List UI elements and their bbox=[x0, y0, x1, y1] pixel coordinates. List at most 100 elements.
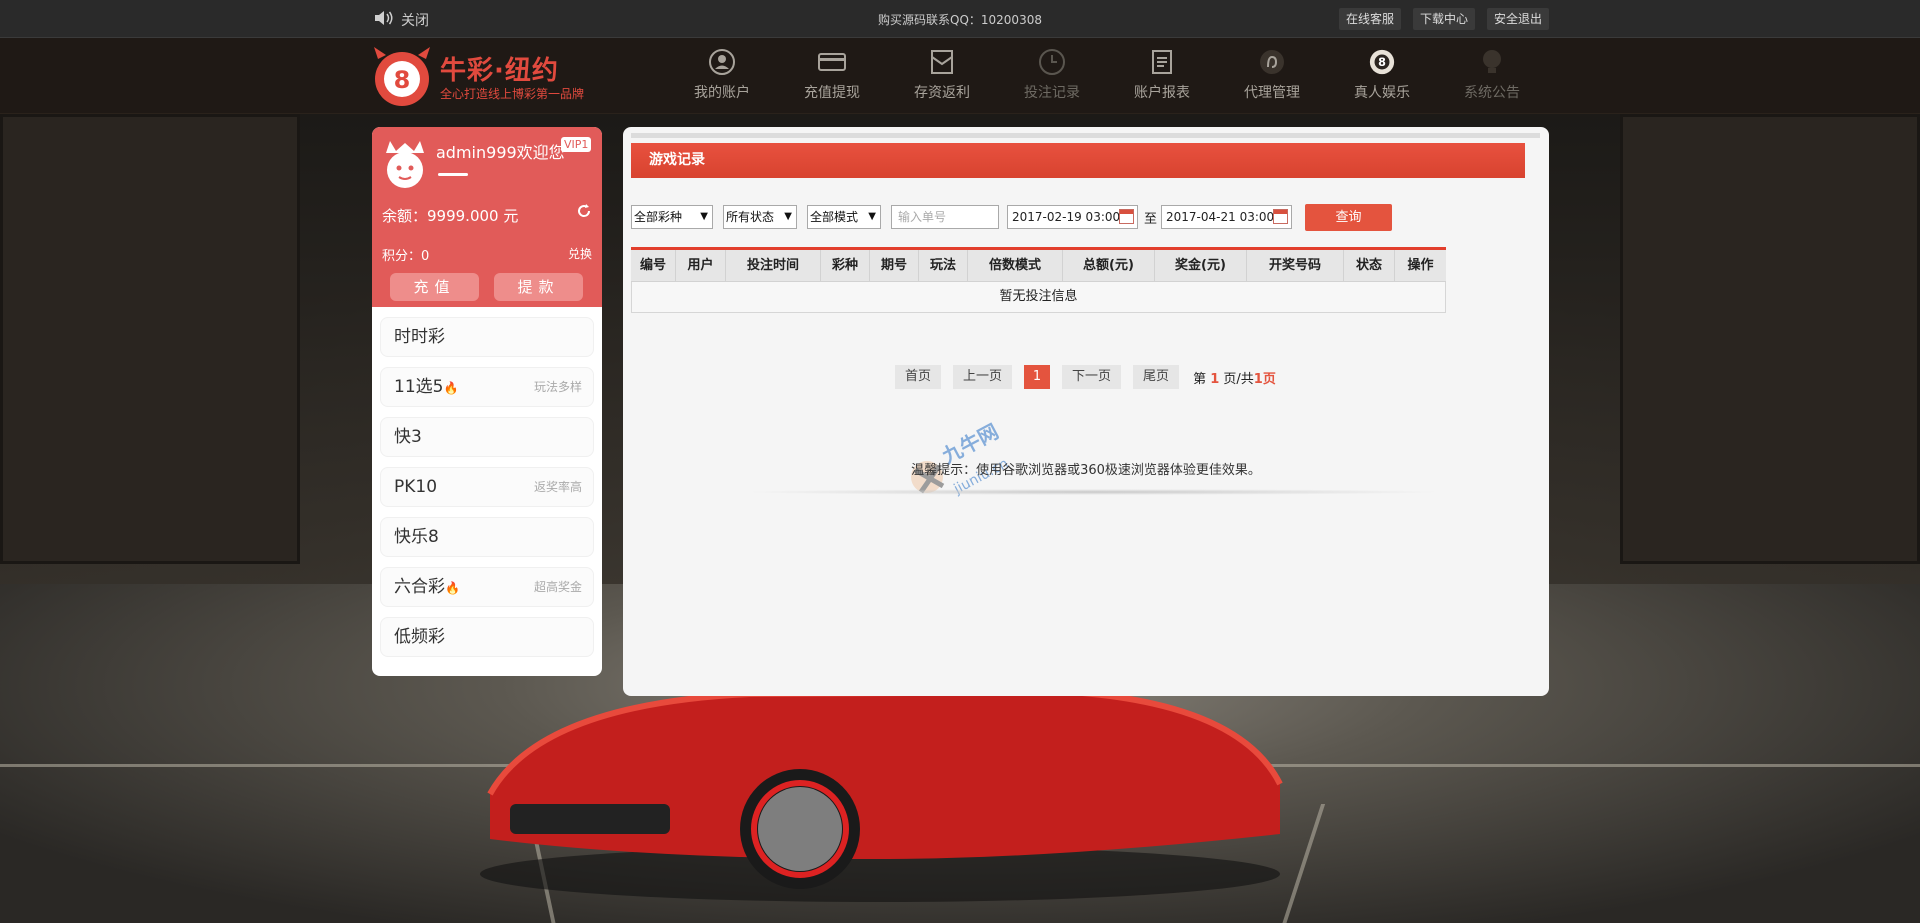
user-icon bbox=[708, 48, 736, 76]
user-panel: admin999欢迎您 VIP1 余额：9999.000 元 积分：0 兑换 充… bbox=[372, 127, 602, 676]
logo-slogan: 全心打造线上博彩第一品牌 bbox=[440, 87, 585, 101]
calendar-icon[interactable] bbox=[1119, 209, 1134, 224]
nav-recharge-withdraw[interactable]: 充值提现 bbox=[777, 46, 887, 102]
last-page-button[interactable]: 尾页 bbox=[1133, 365, 1180, 389]
order-number-input[interactable]: 输入单号 bbox=[891, 205, 999, 229]
game-item-11x5[interactable]: 11选5🔥 玩法多样 bbox=[380, 367, 594, 407]
game-name: 11选5 bbox=[394, 377, 444, 397]
panel-top-strip bbox=[631, 133, 1540, 138]
col-prize: 奖金(元) bbox=[1155, 250, 1247, 281]
game-name: 六合彩 bbox=[394, 577, 445, 597]
game-item-kl8[interactable]: 快乐8 bbox=[380, 517, 594, 557]
query-button[interactable]: 查询 bbox=[1305, 203, 1393, 231]
date-from-input[interactable]: 2017-02-19 03:00 bbox=[1007, 205, 1138, 229]
dropdown-arrow-icon: ▼ bbox=[784, 211, 792, 222]
watermark-logo: 九牛网 jiuniu.cn bbox=[911, 419, 1011, 498]
report-icon bbox=[1148, 48, 1176, 76]
mode-select[interactable]: 全部模式 ▼ bbox=[807, 205, 881, 229]
tip-divider bbox=[743, 489, 1443, 495]
avatar-icon bbox=[382, 139, 428, 189]
game-name: PK10 bbox=[394, 477, 438, 497]
download-center-link[interactable]: 下载中心 bbox=[1412, 8, 1475, 30]
nav-label: 账户报表 bbox=[1134, 85, 1190, 101]
nav-label: 存资返利 bbox=[914, 85, 970, 101]
nav-label: 系统公告 bbox=[1464, 85, 1520, 101]
calendar-icon[interactable] bbox=[1273, 209, 1289, 224]
sports-car-image bbox=[480, 688, 1283, 902]
game-tag: 超高奖金 bbox=[533, 580, 582, 594]
username: admin999欢迎您 bbox=[436, 143, 565, 162]
nav-deposit-rebate[interactable]: 存资返利 bbox=[887, 46, 997, 102]
garage-door-right bbox=[1620, 114, 1920, 564]
nav-label: 充值提现 bbox=[804, 85, 860, 101]
exchange-link[interactable]: 兑换 bbox=[568, 245, 592, 262]
nav-my-account[interactable]: 我的账户 bbox=[667, 46, 777, 102]
fire-icon: 🔥 bbox=[443, 381, 459, 395]
nav-agent-management[interactable]: 代理管理 bbox=[1217, 46, 1327, 102]
bulb-icon bbox=[1478, 48, 1506, 76]
current-page-button[interactable]: 1 bbox=[1024, 365, 1051, 389]
nav-announcement[interactable]: 系统公告 bbox=[1437, 46, 1547, 102]
game-name: 快乐8 bbox=[394, 527, 439, 547]
main-content: 游戏记录 全部彩种 ▼ 所有状态 ▼ 全部模式 ▼ 输入单号 2017-02-19 0… bbox=[623, 127, 1549, 696]
game-item-pk10[interactable]: PK10 返奖率高 bbox=[380, 467, 594, 507]
nav-label: 我的账户 bbox=[694, 85, 750, 101]
prev-page-button[interactable]: 上一页 bbox=[953, 365, 1013, 389]
site-logo[interactable]: 8 牛彩·纽约 全心打造线上博彩第一品牌 bbox=[370, 45, 584, 107]
dropdown-arrow-icon: ▼ bbox=[700, 211, 708, 222]
table-header: 编号 用户 投注时间 彩种 期号 玩法 倍数模式 总额(元) 奖金(元) 开奖号… bbox=[631, 250, 1446, 282]
game-item-ssc[interactable]: 时时彩 bbox=[380, 317, 594, 357]
page-title: 游戏记录 bbox=[631, 143, 1525, 178]
logout-link[interactable]: 安全退出 bbox=[1486, 8, 1549, 30]
col-play: 玩法 bbox=[919, 250, 968, 281]
nav-label: 真人娱乐 bbox=[1354, 85, 1410, 101]
garage-door-left bbox=[0, 114, 300, 564]
col-total: 总额(元) bbox=[1063, 250, 1155, 281]
card-icon bbox=[818, 48, 846, 76]
pagination: 首页 上一页 1 下一页 尾页 第 1 页/共1页 bbox=[895, 365, 1276, 389]
records-table: 编号 用户 投注时间 彩种 期号 玩法 倍数模式 总额(元) 奖金(元) 开奖号… bbox=[631, 247, 1446, 313]
game-tag: 玩法多样 bbox=[533, 380, 582, 394]
points-text: 积分：0 bbox=[382, 249, 430, 264]
nav-label: 代理管理 bbox=[1244, 85, 1300, 101]
clock-icon bbox=[1038, 48, 1066, 76]
top-bar: 关闭 购买源码联系QQ：10200308 在线客服 下载中心 安全退出 bbox=[0, 0, 1920, 38]
vip-badge: VIP1 bbox=[561, 137, 592, 152]
online-service-link[interactable]: 在线客服 bbox=[1338, 8, 1401, 30]
status-select[interactable]: 所有状态 ▼ bbox=[723, 205, 797, 229]
first-page-button[interactable]: 首页 bbox=[895, 365, 942, 389]
date-to-input[interactable]: 2017-04-21 03:00 bbox=[1161, 205, 1293, 229]
svg-text:8: 8 bbox=[1378, 56, 1386, 69]
svg-text:8: 8 bbox=[394, 66, 411, 94]
lottery-select[interactable]: 全部彩种 ▼ bbox=[631, 205, 713, 229]
col-multiple: 倍数模式 bbox=[968, 250, 1063, 281]
level-progress-bar bbox=[438, 173, 468, 176]
main-header: 8 牛彩·纽约 全心打造线上博彩第一品牌 我的账户 充值提现 存资返利 投注记录… bbox=[0, 38, 1920, 114]
nav-bet-records[interactable]: 投注记录 bbox=[997, 46, 1107, 102]
col-status: 状态 bbox=[1344, 250, 1395, 281]
fire-icon: 🔥 bbox=[445, 581, 460, 595]
game-tag: 返奖率高 bbox=[533, 480, 582, 494]
next-page-button[interactable]: 下一页 bbox=[1062, 365, 1122, 389]
game-name: 快3 bbox=[394, 427, 422, 447]
nav-label: 投注记录 bbox=[1024, 85, 1080, 101]
refresh-icon[interactable] bbox=[576, 203, 592, 223]
game-name: 时时彩 bbox=[394, 327, 445, 347]
col-action: 操作 bbox=[1407, 258, 1434, 273]
browser-tip: 温馨提示：使用谷歌浏览器或360极速浏览器体验更佳效果。 bbox=[911, 463, 1261, 478]
recharge-button[interactable]: 充值 bbox=[390, 273, 479, 301]
nav-live-casino[interactable]: 8 真人娱乐 bbox=[1327, 46, 1437, 102]
empty-row: 暂无投注信息 bbox=[631, 282, 1446, 313]
main-nav: 我的账户 充值提现 存资返利 投注记录 账户报表 代理管理 8 真人娱乐 系统公… bbox=[667, 46, 1547, 102]
col-bet-time: 投注时间 bbox=[726, 250, 821, 281]
envelope-icon bbox=[928, 48, 956, 76]
withdraw-button[interactable]: 提款 bbox=[494, 273, 583, 301]
game-item-lhc[interactable]: 六合彩🔥 超高奖金 bbox=[380, 567, 594, 607]
game-list: 时时彩 11选5🔥 玩法多样 快3 PK10 返奖率高 快乐8 六合彩🔥 超高奖金 低… bbox=[372, 307, 602, 657]
game-item-dpc[interactable]: 低频彩 bbox=[380, 617, 594, 657]
contact-qq-text: 购买源码联系QQ：10200308 bbox=[878, 13, 1042, 27]
game-item-k3[interactable]: 快3 bbox=[380, 417, 594, 457]
col-id: 编号 bbox=[631, 250, 676, 281]
nav-account-report[interactable]: 账户报表 bbox=[1107, 46, 1217, 102]
top-links: 在线客服 下载中心 安全退出 bbox=[1338, 8, 1549, 30]
